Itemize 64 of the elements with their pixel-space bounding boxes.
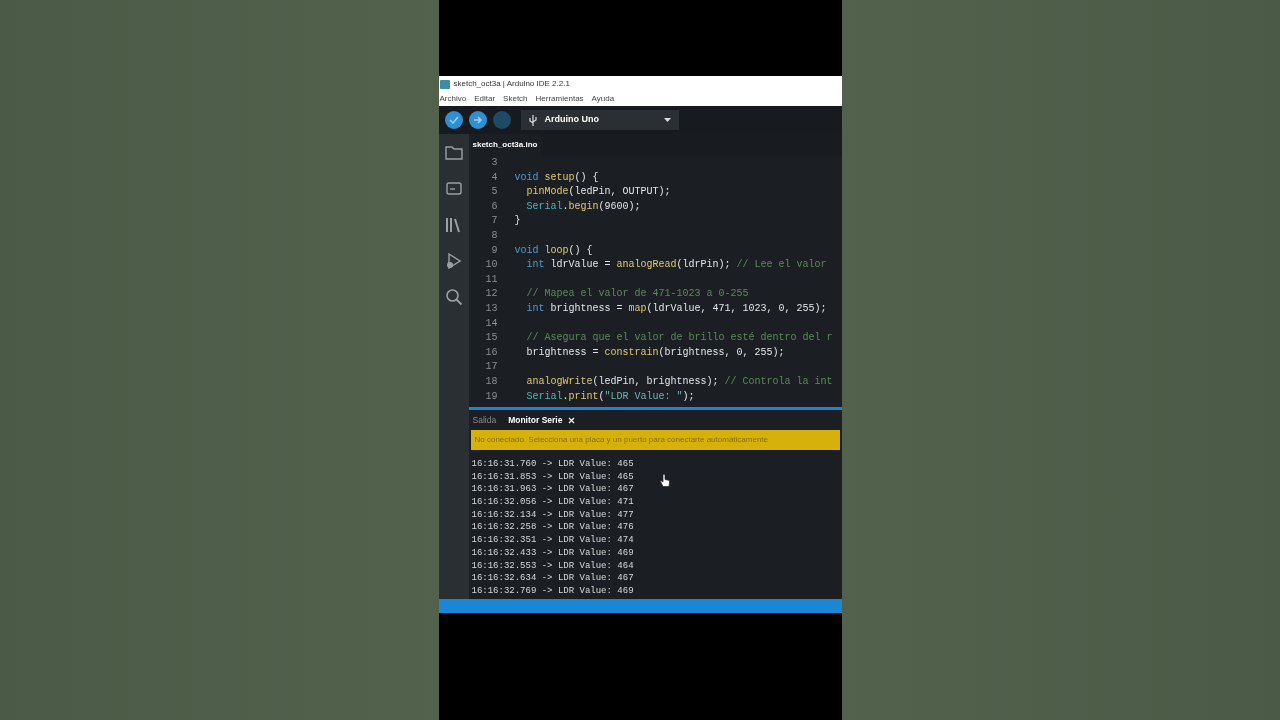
line-number: 11 — [484, 272, 499, 287]
search-icon — [444, 288, 463, 306]
play-bug-icon — [444, 252, 463, 270]
usb-icon — [528, 114, 537, 126]
serial-line: 16:16:32.553 -> LDR Value: 464 — [471, 559, 634, 573]
arrow-right-icon — [472, 115, 483, 125]
serial-line: 16:16:32.056 -> LDR Value: 471 — [471, 496, 634, 509]
code-line: void loop() { — [514, 243, 593, 258]
line-number: 10 — [484, 258, 499, 273]
menu-item[interactable]: Herramientas — [535, 93, 584, 105]
upload-button[interactable] — [468, 111, 487, 129]
folder-icon — [444, 144, 463, 162]
books-icon — [444, 216, 463, 234]
board-selector[interactable]: Arduino Uno — [520, 110, 679, 130]
line-number: 16 — [484, 345, 499, 360]
code-line: void setup() { — [514, 170, 599, 185]
line-number: 18 — [484, 374, 499, 389]
code-line: brightness = constrain(brightness, 0, 255); — [525, 345, 785, 360]
panel-tab[interactable]: Monitor Serie — [508, 413, 576, 427]
warning-banner: No conectado. Selecciona una placa y un puerto para conectarte automáticamente — [470, 430, 840, 450]
code-line: Serial.print("LDR Value: "); — [525, 389, 695, 404]
line-number: 8 — [490, 228, 499, 243]
serial-line: 16:16:32.258 -> LDR Value: 476 — [471, 521, 634, 535]
menu-item[interactable]: Archivo — [439, 93, 467, 105]
line-number: 17 — [484, 360, 499, 375]
line-number: 4 — [490, 170, 499, 185]
line-number: 12 — [484, 287, 499, 302]
board-icon — [444, 180, 463, 198]
menu-item[interactable]: Editar — [474, 93, 496, 105]
check-icon — [448, 116, 459, 124]
serial-line: 16:16:31.853 -> LDR Value: 465 — [471, 470, 634, 484]
code-line: Serial.begin(9600); — [525, 199, 641, 214]
serial-line: 16:16:32.634 -> LDR Value: 467 — [471, 572, 634, 585]
line-number: 7 — [490, 214, 499, 229]
serial-line: 16:16:31.963 -> LDR Value: 467 — [471, 483, 634, 497]
caret-icon — [663, 118, 671, 122]
code-line: // Asegura que el valor de brillo esté dentro del r — [525, 331, 833, 346]
line-number: 15 — [484, 331, 499, 346]
code-line: analogWrite(ledPin, brightness); // Controla la int — [525, 374, 833, 389]
line-number: 14 — [484, 316, 499, 331]
line-number: 19 — [484, 389, 499, 404]
serial-line: 16:16:32.134 -> LDR Value: 477 — [471, 508, 634, 522]
serial-line: 16:16:31.760 -> LDR Value: 465 — [471, 458, 634, 471]
serial-line: 16:16:32.769 -> LDR Value: 469 — [471, 584, 634, 593]
serial-line: 16:16:32.351 -> LDR Value: 474 — [471, 534, 634, 547]
hand-cursor-icon — [659, 474, 670, 488]
menu-item[interactable]: Sketch — [503, 93, 528, 105]
window-title: sketch_oct3a | Arduino IDE 2.2.1 — [453, 78, 570, 90]
code-line: int brightness = map(ldrValue, 471, 1023, 0, 255); — [525, 301, 827, 316]
code-line: } — [514, 214, 521, 229]
app-icon — [439, 79, 450, 89]
line-number: 5 — [490, 185, 499, 200]
line-number: 9 — [490, 243, 499, 258]
code-line: pinMode(ledPin, OUTPUT); — [525, 185, 671, 200]
line-number: 13 — [484, 301, 499, 316]
code-line: // Mapea el valor de 471-1023 a 0-255 — [525, 287, 749, 302]
code-line: int ldrValue = analogRead(ldrPin); // Lee el valor — [525, 258, 827, 273]
line-number: 3 — [490, 156, 499, 170]
line-number: 6 — [490, 199, 499, 214]
panel-tab[interactable]: Salida — [472, 413, 497, 427]
menu-item[interactable]: Ayuda — [591, 93, 615, 105]
verify-button[interactable] — [444, 111, 463, 129]
close-icon[interactable] — [568, 416, 576, 424]
serial-line: 16:16:32.433 -> LDR Value: 469 — [471, 546, 634, 560]
